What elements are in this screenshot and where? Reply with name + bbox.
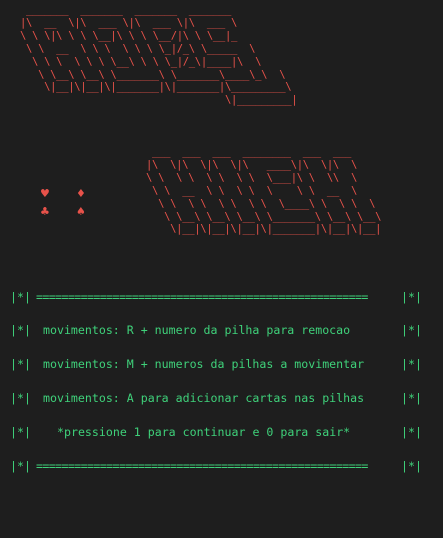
border-marker-left: |*| — [10, 459, 31, 473]
club-suit-icon: ♣ — [40, 205, 50, 218]
border-marker-left: |*| — [10, 425, 31, 439]
instruction-continue-exit: *pressione 1 para continuar e 0 para sai… — [57, 425, 351, 439]
instruction-add: movimentos: A para adicionar cartas nas … — [43, 391, 365, 405]
heart-suit-icon: ♥ — [40, 187, 50, 200]
menu-rule: ========================================… — [36, 459, 368, 473]
border-marker-right: |*| — [401, 323, 422, 337]
border-marker-right: |*| — [401, 290, 422, 304]
instruction-move: movimentos: M + numeros da pilhas a movi… — [43, 357, 365, 371]
diamond-suit-icon: ♦ — [76, 187, 86, 200]
border-marker-right: |*| — [401, 425, 422, 439]
border-marker-left: |*| — [10, 391, 31, 405]
border-marker-right: |*| — [401, 357, 422, 371]
menu-top-border: |*| ====================================… — [10, 289, 430, 305]
menu-rule: ========================================… — [36, 290, 368, 304]
border-marker-left: |*| — [10, 357, 31, 371]
menu-bottom-border: |*| ====================================… — [10, 458, 430, 474]
menu-line-remove: |*| movimentos: R + numero da pilha para… — [10, 322, 430, 338]
menu-line-move: |*| movimentos: M + numeros da pilhas a … — [10, 356, 430, 372]
instruction-remove: movimentos: R + numero da pilha para rem… — [43, 323, 351, 337]
border-marker-right: |*| — [401, 391, 422, 405]
menu-line-continue: |*| *pressione 1 para continuar e 0 para… — [10, 424, 430, 440]
ascii-banner-top: _______ _______ _______ _______ |\ __ \|… — [20, 4, 298, 107]
terminal-window: _______ _______ _______ _______ |\ __ \|… — [0, 0, 443, 492]
spade-suit-icon: ♠ — [76, 205, 86, 218]
border-marker-right: |*| — [401, 459, 422, 473]
ascii-banner-bottom: ___ ___ ___ ________ ___ ___ |\ \|\ \|\ … — [146, 146, 382, 236]
border-marker-left: |*| — [10, 323, 31, 337]
menu-line-add: |*| movimentos: A para adicionar cartas … — [10, 390, 430, 406]
border-marker-left: |*| — [10, 290, 31, 304]
